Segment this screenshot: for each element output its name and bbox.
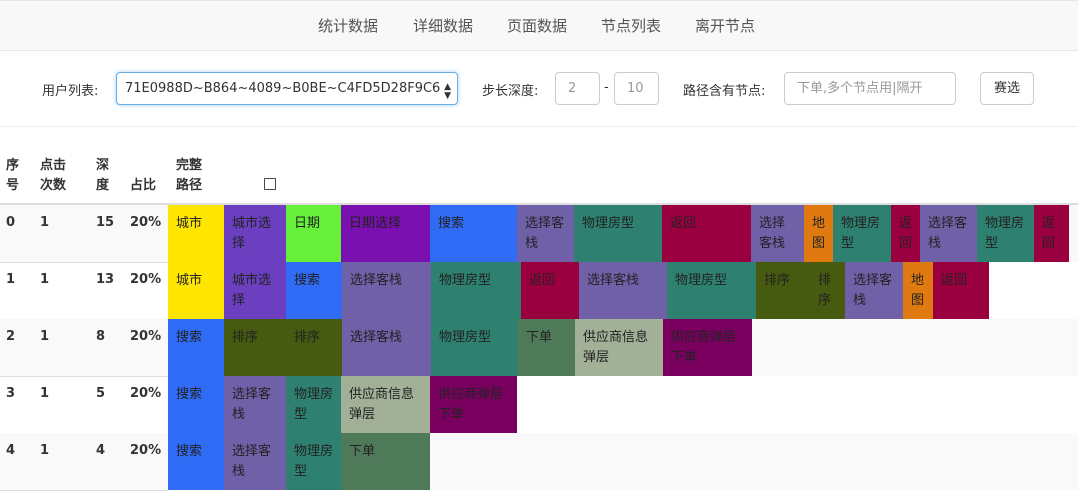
row-clicks: 1 [40, 329, 50, 344]
path-node-cell[interactable]: 地图 [804, 205, 833, 262]
path-node-cell[interactable]: 选择客栈 [342, 319, 431, 376]
path-node-cell[interactable]: 返回 [521, 262, 579, 319]
path-node-cell[interactable]: 物理房型 [286, 376, 341, 433]
row-clicks: 1 [40, 386, 50, 401]
path-node-cell[interactable]: 物理房型 [667, 262, 756, 319]
path-node-cell[interactable]: 日期 [286, 205, 341, 262]
path-node-cell[interactable]: 城市选择 [224, 205, 286, 262]
table-row: 1 1 13 20% 城市 城市选择 搜索 选择客栈 物理房型 返回 选择客栈 物理房型 排序 排序 选择客… [0, 262, 1078, 319]
row-index: 0 [6, 215, 16, 230]
header-ratio: 占比 [130, 178, 157, 193]
path-node-cell[interactable]: 选择客栈 [579, 262, 667, 319]
nav-stats[interactable]: 统计数据 [318, 1, 378, 52]
path-node-cell[interactable]: 搜索 [168, 376, 224, 433]
path-node-cell[interactable]: 返回 [933, 262, 989, 319]
header-depth: 深 度 [96, 158, 110, 193]
nav-nodes[interactable]: 节点列表 [601, 1, 661, 52]
path-node-cell[interactable]: 供应商弹层下单 [430, 376, 517, 433]
user-list-label: 用户列表: [42, 84, 99, 99]
path-node-input[interactable]: 下单,多个节点用|隔开 [784, 72, 956, 105]
path-node-cell[interactable]: 选择客栈 [224, 433, 286, 490]
path-node-cell[interactable]: 搜索 [430, 205, 517, 262]
path-node-cell[interactable]: 返回 [891, 205, 920, 262]
path-node-cell[interactable]: 返回 [1034, 205, 1069, 262]
path-node-cell[interactable]: 物理房型 [977, 205, 1034, 262]
row-index: 3 [6, 386, 16, 401]
top-navbar: 统计数据 详细数据 页面数据 节点列表 离开节点 [0, 0, 1078, 51]
path-node-cell[interactable]: 城市选择 [224, 262, 286, 319]
path-node-cell[interactable]: 下单 [341, 433, 430, 490]
nav-details[interactable]: 详细数据 [413, 1, 473, 52]
path-node-cell[interactable]: 选择客栈 [920, 205, 977, 262]
header-clicks: 点击 次数 [40, 158, 67, 193]
row-ratio: 20% [130, 386, 162, 401]
table-row: 3 1 5 20% 搜索 选择客栈 物理房型 供应商信息弹层 供应商弹层下单 [0, 376, 1078, 433]
user-list-value: 71E0988D~B864~4089~B0BE~C4FD5D28F9C6 [125, 81, 441, 96]
path-node-cell[interactable]: 日期选择 [341, 205, 430, 262]
path-node-label: 路径含有节点: [683, 84, 766, 99]
table-row: 0 1 15 20% 城市 城市选择 日期 日期选择 搜索 选择客栈 物理房型 返回 选择客栈 地图 物理房… [0, 205, 1078, 262]
path-node-cell[interactable]: 物理房型 [574, 205, 662, 262]
path-node-cell[interactable]: 下单 [518, 319, 575, 376]
path-node-cell[interactable]: 搜索 [168, 433, 224, 490]
path-node-cell[interactable]: 选择客栈 [751, 205, 804, 262]
row-ratio: 20% [130, 443, 162, 458]
path-node-cell[interactable]: 选择客栈 [224, 376, 286, 433]
depth-separator: - [604, 80, 609, 95]
row-depth: 5 [96, 386, 106, 401]
divider [0, 126, 1078, 127]
path-node-cell[interactable]: 返回 [662, 205, 751, 262]
row-index: 4 [6, 443, 16, 458]
row-depth: 4 [96, 443, 106, 458]
path-node-cell[interactable]: 搜索 [168, 319, 224, 376]
path-node-cell[interactable]: 排序 [224, 319, 286, 376]
row-clicks: 1 [40, 443, 50, 458]
row-depth: 15 [96, 215, 115, 230]
user-list-select[interactable]: 71E0988D~B864~4089~B0BE~C4FD5D28F9C6 ▲ ▼ [116, 72, 458, 105]
path-node-cell[interactable]: 选择客栈 [342, 262, 431, 319]
header-path: 完整 路径 [176, 158, 203, 193]
row-index: 2 [6, 329, 16, 344]
path-node-cell[interactable]: 供应商信息弹层 [341, 376, 430, 433]
path-node-cell[interactable]: 供应商信息弹层 [575, 319, 663, 376]
path-node-cell[interactable]: 地图 [903, 262, 933, 319]
row-ratio: 20% [130, 272, 162, 287]
nav-exit-nodes[interactable]: 离开节点 [695, 1, 755, 52]
select-all-checkbox[interactable] [264, 178, 276, 190]
table-row: 2 1 8 20% 搜索 排序 排序 选择客栈 物理房型 下单 供应商信息弹层 供应商弹层下单 [0, 319, 1078, 376]
table-row: 4 1 4 20% 搜索 选择客栈 物理房型 下单 [0, 433, 1078, 490]
path-node-cell[interactable]: 城市 [168, 262, 224, 319]
depth-min-input[interactable]: 2 [555, 72, 600, 105]
path-node-cell[interactable]: 供应商弹层下单 [663, 319, 752, 376]
row-depth: 13 [96, 272, 115, 287]
filter-button[interactable]: 赛选 [980, 72, 1034, 105]
path-node-cell[interactable]: 排序 [810, 262, 845, 319]
path-node-cell[interactable]: 排序 [756, 262, 810, 319]
path-node-cell[interactable]: 搜索 [286, 262, 342, 319]
path-node-cell[interactable]: 物理房型 [431, 262, 521, 319]
row-depth: 8 [96, 329, 106, 344]
row-ratio: 20% [130, 329, 162, 344]
path-node-cell[interactable]: 排序 [286, 319, 342, 376]
row-clicks: 1 [40, 272, 50, 287]
nav-pages[interactable]: 页面数据 [507, 1, 567, 52]
path-node-cell[interactable]: 选择客栈 [845, 262, 903, 319]
path-node-cell[interactable]: 选择客栈 [517, 205, 574, 262]
depth-max-input[interactable]: 10 [614, 72, 659, 105]
depth-label: 步长深度: [482, 84, 539, 99]
header-index: 序 号 [6, 158, 20, 193]
row-clicks: 1 [40, 215, 50, 230]
select-arrows-icon: ▲ ▼ [444, 82, 451, 101]
path-node-cell[interactable]: 物理房型 [833, 205, 891, 262]
row-index: 1 [6, 272, 16, 287]
path-node-cell[interactable]: 城市 [168, 205, 224, 262]
row-ratio: 20% [130, 215, 162, 230]
path-node-cell[interactable]: 物理房型 [286, 433, 341, 490]
path-node-cell[interactable]: 物理房型 [431, 319, 518, 376]
